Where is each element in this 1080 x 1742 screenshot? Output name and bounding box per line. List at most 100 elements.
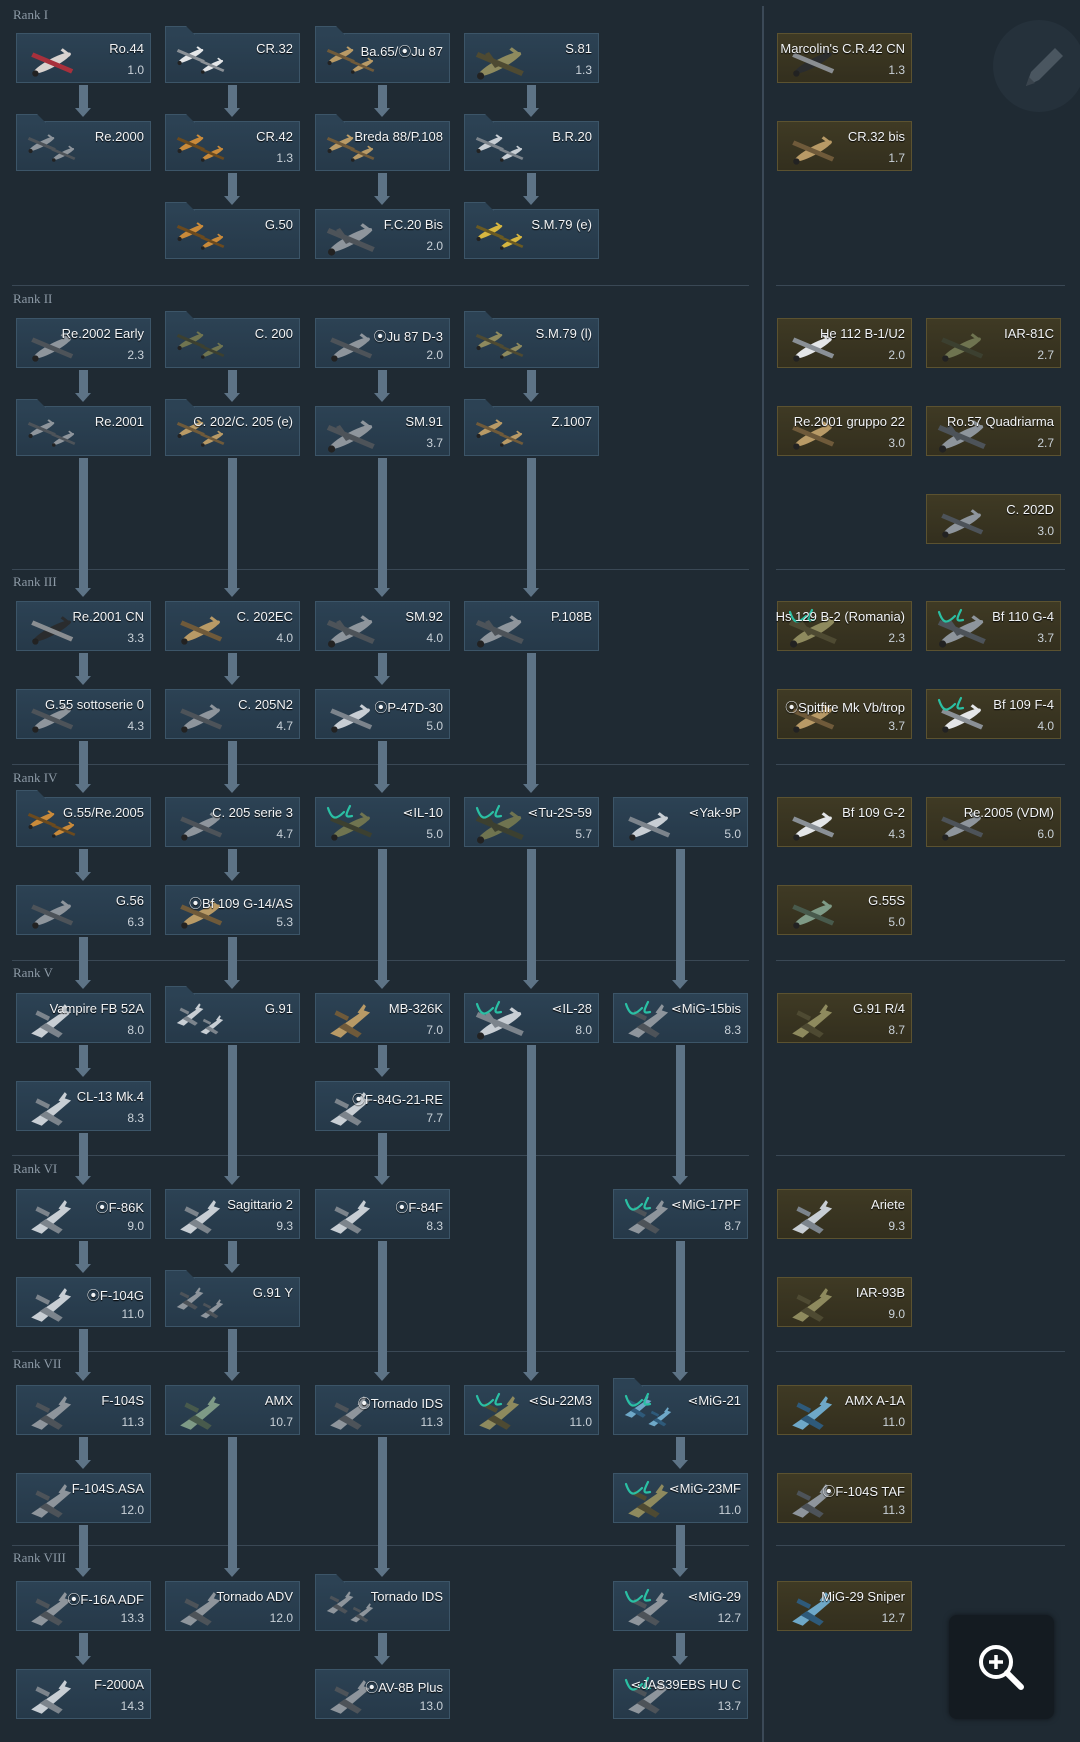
vehicle-card[interactable]: AMX 10.7 (165, 1385, 300, 1435)
vehicle-card[interactable]: ⦿F-16A ADF 13.3 (16, 1581, 151, 1631)
vehicle-card[interactable]: G.91 R/4 8.7 (777, 993, 912, 1043)
vehicle-card[interactable]: Re.2001 CN 3.3 (16, 601, 151, 651)
vehicle-card[interactable]: CR.32 bis 1.7 (777, 121, 912, 171)
vehicle-group-card[interactable]: B.R.20 (464, 121, 599, 171)
vehicle-card[interactable]: ⦿Tornado IDS 11.3 (315, 1385, 450, 1435)
vehicle-card[interactable]: F-2000A 14.3 (16, 1669, 151, 1719)
vehicle-card[interactable]: F-104S.ASA 12.0 (16, 1473, 151, 1523)
vehicle-card[interactable]: ⋖Su-22M3 11.0 (464, 1385, 599, 1435)
vehicle-group-card[interactable]: G.55/Re.2005 (16, 797, 151, 847)
vehicle-group-card[interactable]: S.M.79 (l) (464, 318, 599, 368)
vehicle-card[interactable]: Bf 109 F-4 4.0 (926, 689, 1061, 739)
vehicle-card[interactable]: ⦿F-104S TAF 11.3 (777, 1473, 912, 1523)
vehicle-group-card[interactable]: G.50 (165, 209, 300, 259)
vehicle-card[interactable]: G.55 sottoserie 0 4.3 (16, 689, 151, 739)
vehicle-card[interactable]: Sagittario 2 9.3 (165, 1189, 300, 1239)
vehicle-name: Tornado IDS (370, 1589, 443, 1604)
vehicle-card[interactable]: ⦿Spitfire Mk Vb/trop 3.7 (777, 689, 912, 739)
vehicle-card[interactable]: ⋖MiG-23MF 11.0 (613, 1473, 748, 1523)
vehicle-card[interactable]: G.56 6.3 (16, 885, 151, 935)
vehicle-group-card[interactable]: Ba.65/⦿Ju 87 (315, 33, 450, 83)
vehicle-card[interactable]: IAR-93B 9.0 (777, 1277, 912, 1327)
vehicle-group-card[interactable]: C. 200 (165, 318, 300, 368)
vehicle-card[interactable]: ⦿F-84G-21-RE 7.7 (315, 1081, 450, 1131)
vehicle-card[interactable]: ⦿F-84F 8.3 (315, 1189, 450, 1239)
vehicle-card[interactable]: ⦿AV-8B Plus 13.0 (315, 1669, 450, 1719)
vehicle-card[interactable]: Re.2001 gruppo 22 3.0 (777, 406, 912, 456)
vehicle-card[interactable]: ⋖IL-10 5.0 (315, 797, 450, 847)
battle-rating: 8.3 (724, 1023, 741, 1037)
vehicle-card[interactable]: ⋖MiG-29 12.7 (613, 1581, 748, 1631)
aircraft-icon (792, 136, 835, 165)
vehicle-card[interactable]: C. 205 serie 3 4.7 (165, 797, 300, 847)
progression-arrow (79, 1133, 88, 1176)
battle-rating: 9.3 (276, 1219, 293, 1233)
vehicle-card[interactable]: Ariete 9.3 (777, 1189, 912, 1239)
vehicle-card[interactable]: ⋖JAS39EBS HU C 13.7 (613, 1669, 748, 1719)
vehicle-card[interactable]: F.C.20 Bis 2.0 (315, 209, 450, 259)
progression-arrow (378, 1633, 387, 1656)
aircraft-icon (941, 509, 984, 538)
vehicle-card[interactable]: ⋖MiG-15bis 8.3 (613, 993, 748, 1043)
vehicle-group-card[interactable]: G.91 Y (165, 1277, 300, 1327)
vehicle-card[interactable]: ⦿F-86K 9.0 (16, 1189, 151, 1239)
vehicle-card[interactable]: C. 205N2 4.7 (165, 689, 300, 739)
vehicle-card[interactable]: ⋖Tu-2S-59 5.7 (464, 797, 599, 847)
zoom-in-button[interactable] (949, 1615, 1054, 1719)
progression-arrow (228, 1045, 237, 1176)
vehicle-card[interactable]: Bf 109 G-2 4.3 (777, 797, 912, 847)
arrow-head (672, 1176, 688, 1185)
vehicle-card[interactable]: AMX A-1A 11.0 (777, 1385, 912, 1435)
vehicle-card[interactable]: G.55S 5.0 (777, 885, 912, 935)
vehicle-card[interactable]: ⦿Ju 87 D-3 2.0 (315, 318, 450, 368)
vehicle-group-card[interactable]: CR.42 1.3 (165, 121, 300, 171)
vehicle-group-card[interactable]: Z.1007 (464, 406, 599, 456)
vehicle-card[interactable]: Re.2005 (VDM) 6.0 (926, 797, 1061, 847)
edit-button[interactable] (993, 20, 1080, 112)
battle-rating: 2.0 (888, 348, 905, 362)
vehicle-group-card[interactable]: Tornado IDS (315, 1581, 450, 1631)
vehicle-group-card[interactable]: S.M.79 (e) (464, 209, 599, 259)
vehicle-card[interactable]: Ro.57 Quadriarma 2.7 (926, 406, 1061, 456)
premium-rank-divider (776, 960, 1065, 961)
premium-rank-divider (776, 285, 1065, 286)
vehicle-card[interactable]: ⦿Bf 109 G-14/AS 5.3 (165, 885, 300, 935)
vehicle-group-card[interactable]: ⋖MiG-21 (613, 1385, 748, 1435)
vehicle-card[interactable]: Ro.44 1.0 (16, 33, 151, 83)
vehicle-card[interactable]: IAR-81C 2.7 (926, 318, 1061, 368)
vehicle-card[interactable]: MiG-29 Sniper 12.7 (777, 1581, 912, 1631)
vehicle-card[interactable]: C. 202D 3.0 (926, 494, 1061, 544)
vehicle-card[interactable]: SM.91 3.7 (315, 406, 450, 456)
vehicle-group-card[interactable]: C. 202/C. 205 (e) (165, 406, 300, 456)
vehicle-card[interactable]: C. 202EC 4.0 (165, 601, 300, 651)
rank-label-6: Rank VI (13, 1161, 58, 1176)
vehicle-card[interactable]: ⋖Yak-9P 5.0 (613, 797, 748, 847)
vehicle-group-card[interactable]: Re.2001 (16, 406, 151, 456)
vehicle-card[interactable]: CL-13 Mk.4 8.3 (16, 1081, 151, 1131)
vehicle-card[interactable]: ⋖IL-28 8.0 (464, 993, 599, 1043)
vehicle-card[interactable]: MB-326K 7.0 (315, 993, 450, 1043)
vehicle-card[interactable]: Bf 110 G-4 3.7 (926, 601, 1061, 651)
vehicle-card[interactable]: ⦿P-47D-30 5.0 (315, 689, 450, 739)
battle-rating: 5.7 (575, 827, 592, 841)
vehicle-card[interactable]: Tornado ADV 12.0 (165, 1581, 300, 1631)
vehicle-group-card[interactable]: CR.32 (165, 33, 300, 83)
vehicle-card[interactable]: Marcolin's C.R.42 CN 1.3 (777, 33, 912, 83)
progression-arrow (79, 1329, 88, 1372)
vehicle-card[interactable]: Re.2002 Early 2.3 (16, 318, 151, 368)
vehicle-group-card[interactable]: Breda 88/P.108 (315, 121, 450, 171)
vehicle-card[interactable]: ⋖MiG-17PF 8.7 (613, 1189, 748, 1239)
vehicle-card[interactable]: Hs 129 B-2 (Romania) 2.3 (776, 601, 912, 651)
vehicle-group-card[interactable]: Re.2000 (16, 121, 151, 171)
vehicle-card[interactable]: P.108B (464, 601, 599, 651)
battle-rating: 3.3 (127, 631, 144, 645)
vehicle-card[interactable]: SM.92 4.0 (315, 601, 450, 651)
vehicle-card[interactable]: He 112 B-1/U2 2.0 (777, 318, 912, 368)
vehicle-card[interactable]: S.81 1.3 (464, 33, 599, 83)
vehicle-name: ⋖MiG-15bis (670, 1001, 741, 1016)
vehicle-card[interactable]: F-104S 11.3 (16, 1385, 151, 1435)
battle-rating: 11.0 (882, 1415, 905, 1429)
vehicle-group-card[interactable]: G.91 (165, 993, 300, 1043)
vehicle-card[interactable]: Vampire FB 52A 8.0 (16, 993, 151, 1043)
vehicle-card[interactable]: ⦿F-104G 11.0 (16, 1277, 151, 1327)
